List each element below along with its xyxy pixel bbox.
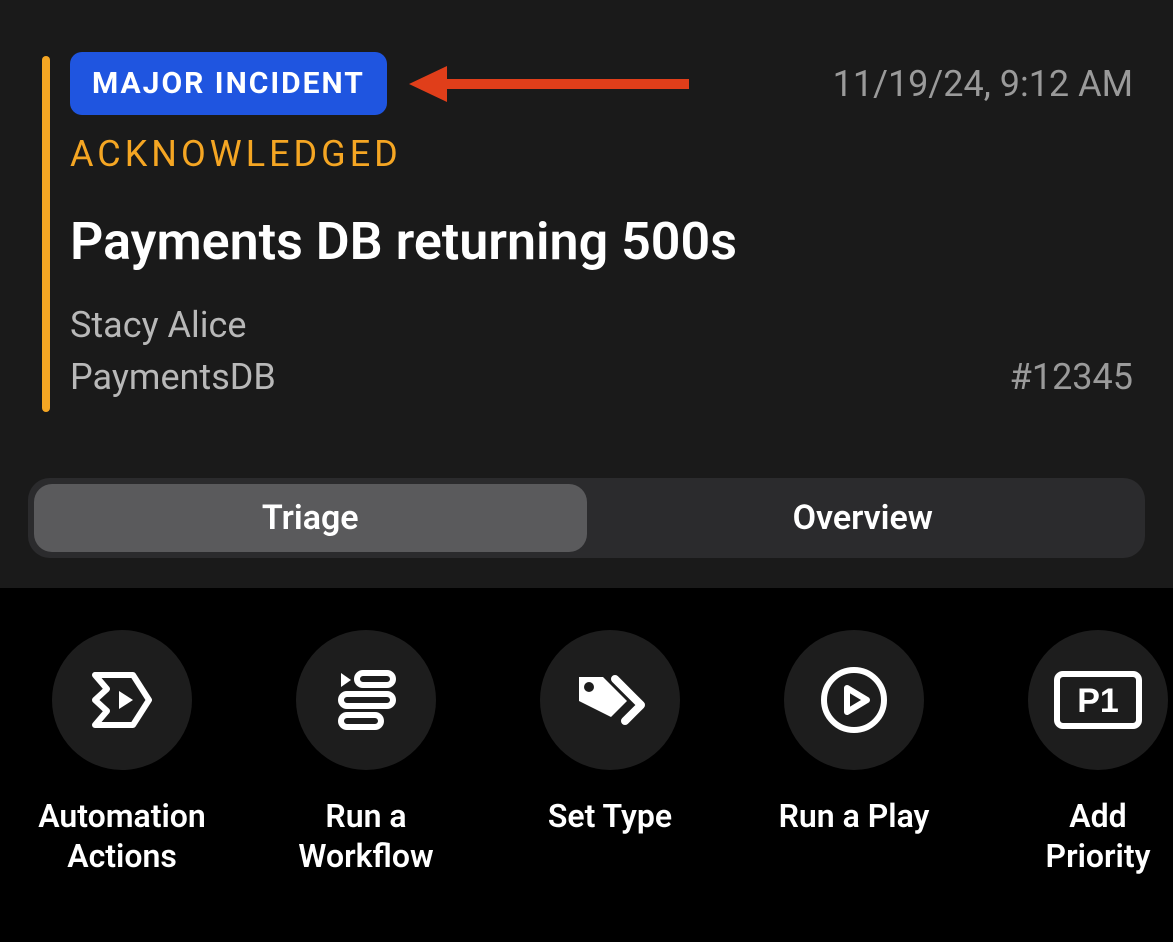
run-play-icon — [784, 630, 924, 770]
action-label: Run a Play — [779, 796, 930, 836]
incident-title: Payments DB returning 500s — [70, 211, 1133, 272]
incident-assignee: Stacy Alice — [70, 304, 1133, 346]
incident-header: MAJOR INCIDENT 11/19/24, 9:12 AM ACKNOWL… — [0, 0, 1173, 418]
action-automation-actions[interactable]: Automation Actions — [0, 630, 244, 876]
svg-text:P1: P1 — [1077, 682, 1119, 720]
action-label: Add Priority — [1046, 796, 1151, 876]
tab-overview[interactable]: Overview — [587, 484, 1140, 552]
incident-timestamp: 11/19/24, 9:12 AM — [833, 63, 1133, 105]
annotation-arrow-icon — [409, 60, 689, 108]
major-incident-badge: MAJOR INCIDENT — [70, 52, 387, 115]
tab-triage[interactable]: Triage — [34, 484, 587, 552]
action-label: Set Type — [548, 796, 672, 836]
action-run-workflow[interactable]: Run a Workflow — [244, 630, 488, 876]
automation-actions-icon — [52, 630, 192, 770]
action-set-type[interactable]: Set Type — [488, 630, 732, 836]
accent-bar — [42, 56, 50, 412]
actions-strip: Automation Actions Run a Workflow Set Ty… — [0, 588, 1173, 876]
add-priority-icon: P1 — [1028, 630, 1168, 770]
set-type-icon — [540, 630, 680, 770]
action-label: Automation Actions — [38, 796, 206, 876]
incident-number: #12345 — [1010, 356, 1133, 398]
segmented-tabs: Triage Overview — [28, 478, 1145, 558]
action-label: Run a Workflow — [298, 796, 433, 876]
run-workflow-icon — [296, 630, 436, 770]
action-add-priority[interactable]: P1 Add Priority — [976, 630, 1173, 876]
action-run-play[interactable]: Run a Play — [732, 630, 976, 836]
incident-service: PaymentsDB — [70, 356, 276, 398]
incident-status: ACKNOWLEDGED — [70, 133, 1133, 175]
